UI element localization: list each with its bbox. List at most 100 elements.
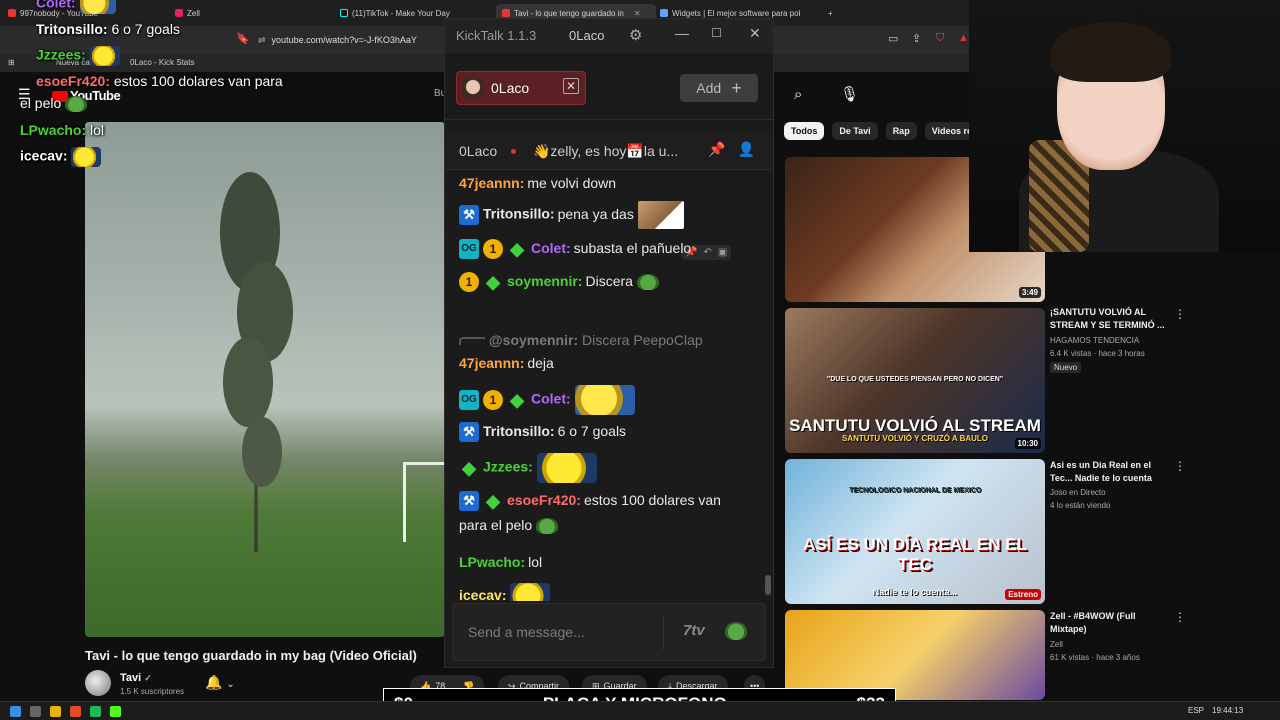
brave-shield-icon[interactable]: ⛉ <box>936 32 944 45</box>
close-tab-icon[interactable]: ✕ <box>634 9 641 18</box>
recommendation-meta: 61 K vistas · hace 3 años <box>1050 653 1140 662</box>
moderator-badge-icon: ⚒ <box>459 422 479 443</box>
clock[interactable]: 19:44:13 <box>1212 706 1243 715</box>
search-icon[interactable] <box>30 706 41 717</box>
channel-name[interactable]: Tavi ✓ <box>120 672 152 684</box>
chip-todos[interactable]: Todos <box>784 122 825 140</box>
chat-messages: 47jeannn: me volvi down ⚒ Tritonsillo: pena… <box>445 171 763 601</box>
pepe-emote <box>636 274 659 291</box>
vip-badge-icon: ◆ <box>462 458 476 478</box>
subscriber-badge-icon: 1 <box>483 390 503 410</box>
chat-message: ⚒ ◆ esoeFr420: estos 100 dolares van <box>459 488 763 513</box>
seven-tv-emotes-icon[interactable]: 7tv <box>683 622 705 639</box>
reply-reference[interactable]: @soymennir: Discera PeepoClap <box>459 332 703 348</box>
youtube-favicon-icon <box>8 9 16 17</box>
emote-picker-icon[interactable] <box>725 622 747 640</box>
recommendation-thumbnail[interactable]: TECNOLOGICO NACIONAL DE MEXICO ASÍ ES UN… <box>785 459 1045 604</box>
bookmark-kick-stats[interactable]: 0Laco - Kick Stats <box>130 58 194 67</box>
kicktalk-window: KickTalk 1.1.3 0Laco ⚙ — ☐ ✕ 0Laco ✕ Add… <box>444 18 774 668</box>
site-settings-icon[interactable]: ⇌ <box>258 35 266 46</box>
filter-chips: Todos De Tavi Rap Videos re <box>784 122 980 140</box>
recommendation-channel[interactable]: HAGAMOS TENDENCIA <box>1050 336 1139 345</box>
settings-gear-icon[interactable]: ⚙ <box>629 26 642 44</box>
rewards-icon[interactable]: ▲ <box>958 32 969 44</box>
chat-message: 47jeannn: deja <box>459 355 554 371</box>
chat-message-continued: para el pelo <box>459 513 763 538</box>
share-icon[interactable]: ⇪ <box>912 32 921 45</box>
new-tab-button[interactable]: + <box>828 4 833 22</box>
start-icon[interactable] <box>10 706 21 717</box>
kicktalk-titlebar: KickTalk 1.1.3 0Laco ⚙ — ☐ ✕ <box>445 19 773 53</box>
og-badge-icon: OG <box>459 239 479 260</box>
logged-in-user[interactable]: 0Laco <box>569 28 604 43</box>
overlay-chat-line: Jzzees: <box>36 46 120 66</box>
apps-icon[interactable]: ⊞ <box>8 58 15 67</box>
overlay-chat-line: Colet: <box>36 0 116 14</box>
close-tab-icon[interactable]: ✕ <box>563 78 579 94</box>
maximize-icon[interactable]: ☐ <box>711 26 722 40</box>
kick-icon[interactable] <box>110 706 121 717</box>
channel-info-bar: 0Laco 👋zelly, es hoy📅la u... 📌 👤 <box>445 132 773 170</box>
chat-message: icecav: <box>459 583 763 601</box>
add-chat-button[interactable]: Add + <box>680 74 758 102</box>
vip-badge-icon: ◆ <box>486 272 500 293</box>
search-icon[interactable]: ⌕ <box>794 86 802 103</box>
pepe-emote <box>65 96 88 113</box>
recommendation-title[interactable]: ¡SANTUTU VOLVIÓ AL STREAM Y SE TERMINÓ .… <box>1050 306 1168 332</box>
brave-icon[interactable] <box>70 706 81 717</box>
tree-image <box>220 172 293 552</box>
tiktok-favicon-icon <box>340 9 348 17</box>
overlay-chat-line: LPwacho: lol <box>20 122 105 138</box>
channel-avatar[interactable] <box>85 670 111 696</box>
url-field[interactable]: ⇌ youtube.com/watch?v=-J-fKO3hAaY <box>258 31 458 49</box>
spotify-icon[interactable] <box>90 706 101 717</box>
video-player[interactable] <box>85 122 445 637</box>
kebab-menu-icon[interactable]: ⋮ <box>1174 459 1186 473</box>
language-indicator[interactable]: ESP <box>1188 706 1204 715</box>
tab-zell[interactable]: Zell <box>175 4 325 22</box>
widgets-favicon-icon <box>660 9 668 17</box>
overlay-chat-line: icecav: <box>20 147 102 167</box>
message-input[interactable]: Send a message... 7tv <box>452 603 766 661</box>
video-title: Tavi - lo que tengo guardado in my bag (… <box>85 648 417 663</box>
app-title: KickTalk 1.1.3 <box>456 28 537 43</box>
moderator-badge-icon: ⚒ <box>459 491 479 512</box>
recommendation-meta: 6.4 K vistas · hace 3 horas <box>1050 349 1145 358</box>
chat-scrollbar[interactable] <box>765 575 771 595</box>
channel-avatar <box>463 78 483 98</box>
user-icon[interactable]: 👤 <box>738 141 755 158</box>
minion-emote <box>79 0 116 14</box>
kebab-menu-icon[interactable]: ⋮ <box>1174 307 1186 321</box>
microphone-icon[interactable]: 🎙 <box>840 85 859 103</box>
recommendation-title[interactable]: Asi es un Dia Real en el Tec... Nadie te… <box>1050 459 1168 485</box>
bookmark-icon[interactable]: 🔖 <box>236 32 250 45</box>
thumbnail-title: SANTUTU VOLVIÓ AL STREAM <box>789 416 1041 435</box>
cast-icon[interactable]: ▭ <box>888 32 898 45</box>
recommendation-channel[interactable]: Zell <box>1050 640 1063 649</box>
new-badge: Nuevo <box>1050 362 1082 373</box>
yellow-emote <box>71 147 102 167</box>
minimize-icon[interactable]: — <box>675 25 689 41</box>
pepe-emote <box>536 518 559 535</box>
yellow-emote <box>536 453 597 483</box>
taskbar: ESP 19:44:13 <box>0 701 1280 720</box>
subscriber-badge-icon: 1 <box>483 239 503 260</box>
file-explorer-icon[interactable] <box>50 706 61 717</box>
chip-de-tavi[interactable]: De Tavi <box>832 122 878 140</box>
recommendation-title[interactable]: Zell - #B4WOW (Full Mixtape) <box>1050 610 1168 636</box>
recommendation-thumbnail[interactable]: "DUE LO QUE USTEDES PIENSAN PERO NO DICE… <box>785 308 1045 453</box>
og-badge-icon: OG <box>459 390 479 410</box>
chat-message: OG 1 ◆ Colet: <box>459 385 763 415</box>
close-icon[interactable]: ✕ <box>749 25 761 42</box>
chat-message: ⚒ Tritonsillo: pena ya das <box>459 201 763 229</box>
chip-rap[interactable]: Rap <box>885 122 917 140</box>
notification-bell-icon[interactable]: 🔔 ⌄ <box>205 674 235 691</box>
reply-thread-icon <box>459 337 485 346</box>
chat-message: ⚒ Tritonsillo: 6 o 7 goals <box>459 419 763 444</box>
recommendation-channel[interactable]: Joso en Directo <box>1050 488 1106 497</box>
chat-tab-0laco[interactable]: 0Laco ✕ <box>456 71 586 105</box>
youtube-favicon-icon <box>502 9 510 17</box>
pin-icon[interactable]: 📌 <box>708 141 725 158</box>
recommendation-thumbnail[interactable] <box>785 610 1045 700</box>
kebab-menu-icon[interactable]: ⋮ <box>1174 610 1186 624</box>
